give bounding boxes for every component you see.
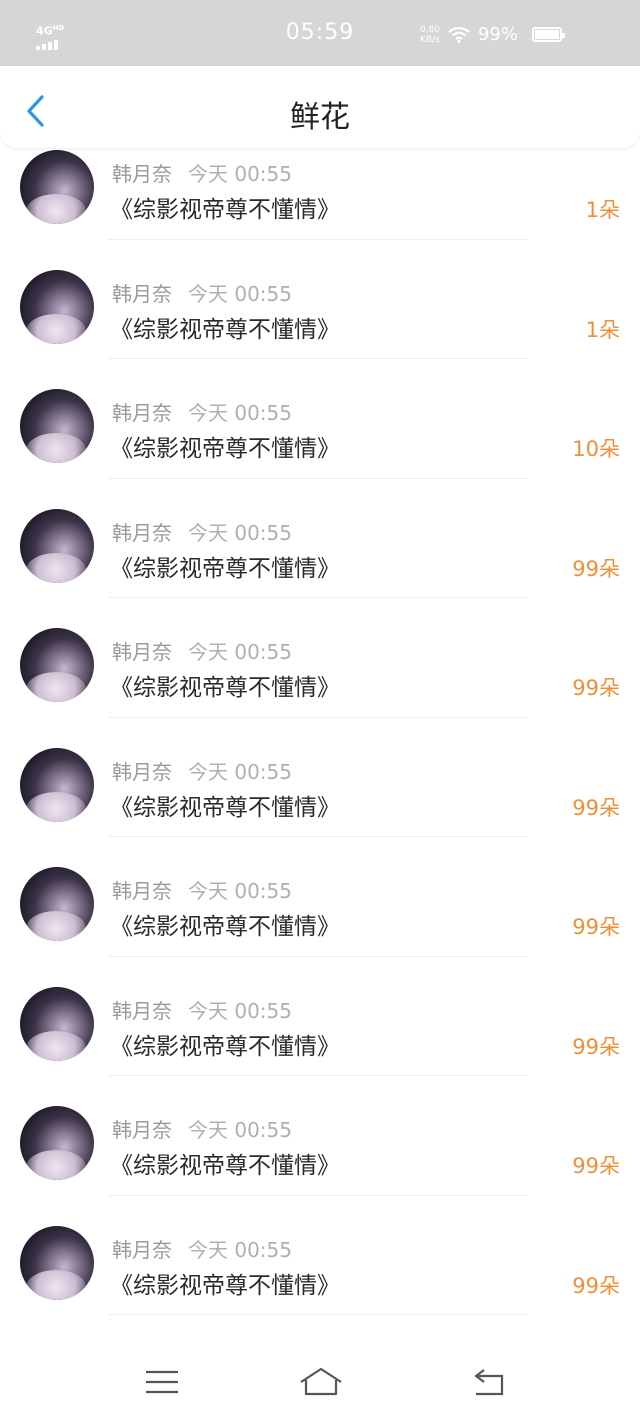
sender-name: 韩月奈 [112, 759, 172, 784]
back-icon[interactable] [470, 1364, 510, 1400]
page-title: 鲜花 [290, 100, 350, 135]
row-divider [108, 1314, 528, 1315]
list-item[interactable]: 韩月奈 今天 00:55 《综影视帝尊不懂情》 1朵 [0, 148, 640, 240]
book-title[interactable]: 《综影视帝尊不懂情》 [110, 1266, 340, 1300]
sent-time: 今天 00:55 [188, 162, 292, 186]
avatar[interactable] [20, 389, 94, 463]
avatar[interactable] [20, 150, 94, 224]
list-item[interactable]: 韩月奈 今天 00:55 《综影视帝尊不懂情》 99朵 [0, 1196, 640, 1315]
item-meta: 韩月奈 今天 00:55 [112, 995, 292, 1024]
battery-icon [532, 27, 565, 42]
list-item[interactable]: 韩月奈 今天 00:55 《综影视帝尊不懂情》 99朵 [0, 1076, 640, 1196]
item-meta: 韩月奈 今天 00:55 [112, 756, 292, 785]
item-meta: 韩月奈 今天 00:55 [112, 875, 292, 904]
book-title[interactable]: 《综影视帝尊不懂情》 [110, 668, 340, 702]
flower-count: 1朵 [585, 317, 620, 342]
book-title[interactable]: 《综影视帝尊不懂情》 [110, 788, 340, 822]
sent-time: 今天 00:55 [188, 401, 292, 425]
sent-time: 今天 00:55 [188, 759, 292, 784]
sender-name: 韩月奈 [112, 162, 172, 186]
item-meta: 韩月奈 今天 00:55 [112, 1234, 292, 1263]
book-title[interactable]: 《综影视帝尊不懂情》 [110, 429, 340, 463]
flower-count: 99朵 [572, 676, 620, 700]
sent-time: 今天 00:55 [188, 281, 292, 306]
wifi-icon [448, 26, 470, 43]
flower-count: 99朵 [572, 915, 620, 939]
item-meta: 韩月奈 今天 00:55 [112, 278, 292, 307]
list-item[interactable]: 韩月奈 今天 00:55 《综影视帝尊不懂情》 1朵 [0, 240, 640, 359]
list-item[interactable]: 韩月奈 今天 00:55 《综影视帝尊不懂情》 99朵 [0, 598, 640, 718]
list-item[interactable]: 韩月奈 今天 00:55 《综影视帝尊不懂情》 99朵 [0, 479, 640, 598]
sender-name: 韩月奈 [112, 401, 172, 425]
avatar[interactable] [20, 867, 94, 941]
item-meta: 韩月奈 今天 00:55 [112, 397, 292, 426]
avatar[interactable] [20, 508, 94, 583]
book-title[interactable]: 《综影视帝尊不懂情》 [110, 1146, 340, 1180]
sent-time: 今天 00:55 [188, 1237, 292, 1262]
sender-name: 韩月奈 [112, 1237, 172, 1262]
book-title[interactable]: 《综影视帝尊不懂情》 [110, 310, 340, 344]
network-speed-unit: KB/s [420, 34, 440, 45]
list-item[interactable]: 韩月奈 今天 00:55 《综影视帝尊不懂情》 99朵 [0, 957, 640, 1076]
book-title[interactable]: 《综影视帝尊不懂情》 [110, 1027, 340, 1061]
avatar[interactable] [20, 1106, 94, 1180]
header: 鲜花 [0, 66, 640, 148]
flower-count: 99朵 [572, 1034, 620, 1059]
sender-name: 韩月奈 [112, 1118, 172, 1142]
flower-count: 10朵 [572, 437, 620, 461]
list-item[interactable]: 韩月奈 今天 00:55 《综影视帝尊不懂情》 99朵 [0, 718, 640, 837]
sent-time: 今天 00:55 [188, 998, 292, 1023]
sender-name: 韩月奈 [112, 281, 172, 306]
flower-count: 1朵 [585, 198, 620, 222]
flower-count: 99朵 [572, 556, 620, 581]
home-icon[interactable] [298, 1364, 344, 1400]
book-title[interactable]: 《综影视帝尊不懂情》 [110, 190, 340, 224]
sent-time: 今天 00:55 [188, 520, 292, 545]
book-title[interactable]: 《综影视帝尊不懂情》 [110, 907, 340, 941]
avatar[interactable] [20, 1225, 94, 1300]
sender-name: 韩月奈 [112, 998, 172, 1023]
avatar[interactable] [20, 269, 94, 344]
item-meta: 韩月奈 今天 00:55 [112, 1114, 292, 1143]
sender-name: 韩月奈 [112, 640, 172, 664]
network-speed: 0.80 KB/s [420, 25, 440, 45]
list-item[interactable]: 韩月奈 今天 00:55 《综影视帝尊不懂情》 10朵 [0, 359, 640, 479]
sent-time: 今天 00:55 [188, 640, 292, 664]
sender-name: 韩月奈 [112, 879, 172, 903]
item-meta: 韩月奈 今天 00:55 [112, 158, 292, 187]
flower-count: 99朵 [572, 1154, 620, 1178]
item-meta: 韩月奈 今天 00:55 [112, 636, 292, 665]
flower-count: 99朵 [572, 795, 620, 820]
status-bar: 4GHD 05:59 0.80 KB/s 99% [0, 0, 640, 66]
sent-time: 今天 00:55 [188, 1118, 292, 1142]
avatar[interactable] [20, 986, 94, 1061]
avatar[interactable] [20, 628, 94, 702]
avatar[interactable] [20, 747, 94, 822]
sent-time: 今天 00:55 [188, 879, 292, 903]
menu-icon[interactable] [142, 1364, 182, 1400]
sender-name: 韩月奈 [112, 520, 172, 545]
book-title[interactable]: 《综影视帝尊不懂情》 [110, 549, 340, 583]
item-meta: 韩月奈 今天 00:55 [112, 517, 292, 546]
list-item[interactable]: 韩月奈 今天 00:55 《综影视帝尊不懂情》 99朵 [0, 837, 640, 957]
system-nav-bar [0, 1346, 640, 1422]
network-speed-value: 0.80 [419, 24, 440, 35]
battery-percent: 99% [477, 24, 518, 45]
flower-count: 99朵 [572, 1273, 620, 1298]
flower-list: 韩月奈 今天 00:55 《综影视帝尊不懂情》 1朵 韩月奈 今天 00:55 《综影视帝尊… [0, 148, 640, 1346]
